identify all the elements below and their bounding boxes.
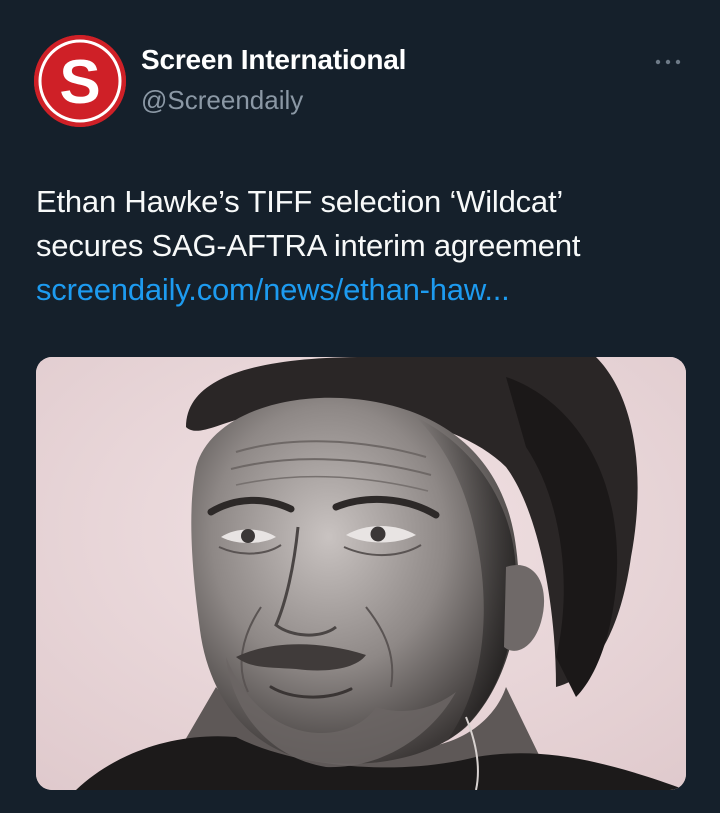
tweet-text-line: Ethan Hawke’s TIFF selection ‘Wildcat’ xyxy=(36,184,564,219)
more-options-button[interactable] xyxy=(648,48,688,76)
tweet-link[interactable]: screendaily.com/news/ethan-haw... xyxy=(36,268,696,312)
tweet-text: Ethan Hawke’s TIFF selection ‘Wildcat’ s… xyxy=(36,180,696,312)
screen-international-logo-icon: S xyxy=(34,35,126,127)
display-name[interactable]: Screen International xyxy=(141,44,406,76)
avatar-letter: S xyxy=(59,48,100,117)
more-options-icon xyxy=(655,59,681,65)
tweet-media-image[interactable] xyxy=(36,357,686,790)
portrait-photo xyxy=(36,357,686,790)
tweet-text-line: secures SAG-AFTRA interim agreement xyxy=(36,228,581,263)
user-handle[interactable]: @Screendaily xyxy=(141,85,303,116)
avatar[interactable]: S xyxy=(34,35,126,127)
tweet-card[interactable]: S Screen International @Screendaily Etha… xyxy=(0,0,720,813)
